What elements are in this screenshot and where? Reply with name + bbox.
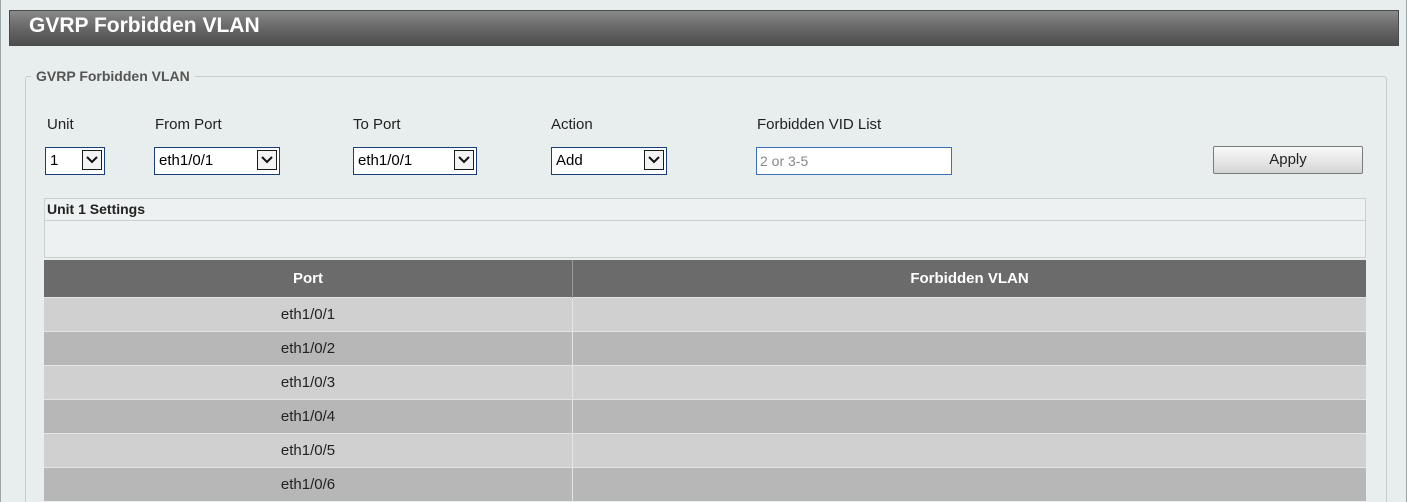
port-cell: eth1/0/4 — [44, 399, 573, 434]
port-cell: eth1/0/2 — [44, 331, 573, 366]
table-row: eth1/0/2 — [44, 331, 1366, 366]
from-port-label: From Port — [155, 116, 222, 133]
fieldset-legend: GVRP Forbidden VLAN — [31, 67, 195, 85]
vid-list-label: Forbidden VID List — [757, 116, 882, 133]
forbidden-vlan-cell — [572, 433, 1366, 468]
unit-settings-header: Unit 1 Settings — [44, 198, 1366, 221]
table-row: eth1/0/5 — [44, 433, 1366, 468]
chevron-down-icon[interactable] — [454, 150, 474, 170]
unit-label: Unit — [47, 116, 74, 133]
forbidden-vid-list-input[interactable]: 2 or 3-5 — [756, 147, 952, 175]
forbidden-vlan-cell — [572, 399, 1366, 434]
action-label: Action — [551, 116, 593, 133]
chevron-down-icon[interactable] — [82, 150, 102, 170]
page-title: GVRP Forbidden VLAN — [29, 14, 260, 37]
table-row: eth1/0/6 — [44, 467, 1366, 501]
action-select-value: Add — [556, 152, 583, 169]
gvrp-forbidden-vlan-page: GVRP Forbidden VLAN GVRP Forbidden VLAN … — [0, 0, 1407, 502]
to-port-select-value: eth1/0/1 — [358, 152, 413, 169]
forbidden-vlan-cell — [572, 365, 1366, 400]
unit-select-value: 1 — [50, 152, 59, 169]
forbidden-vlan-cell — [572, 467, 1366, 501]
from-port-select-value: eth1/0/1 — [159, 152, 214, 169]
forbidden-vlan-cell — [572, 331, 1366, 366]
page-title-bar: GVRP Forbidden VLAN — [9, 10, 1399, 46]
to-port-select[interactable]: eth1/0/1 — [353, 147, 477, 175]
table-row: eth1/0/3 — [44, 365, 1366, 400]
action-select[interactable]: Add — [551, 147, 667, 175]
port-cell: eth1/0/6 — [44, 467, 573, 501]
forbidden-vlan-cell — [572, 297, 1366, 332]
column-header-port: Port — [44, 260, 573, 298]
port-cell: eth1/0/3 — [44, 365, 573, 400]
column-header-forbidden-vlan: Forbidden VLAN — [572, 260, 1366, 298]
chevron-down-icon[interactable] — [257, 150, 277, 170]
to-port-label: To Port — [353, 116, 401, 133]
apply-button[interactable]: Apply — [1213, 146, 1363, 174]
unit-select[interactable]: 1 — [45, 147, 105, 175]
port-cell: eth1/0/1 — [44, 297, 573, 332]
table-row: eth1/0/1 — [44, 297, 1366, 332]
chevron-down-icon[interactable] — [644, 150, 664, 170]
port-cell: eth1/0/5 — [44, 433, 573, 468]
unit-settings-blank-row — [44, 221, 1366, 258]
forbidden-vlan-table: Port Forbidden VLAN eth1/0/1 eth1/0/2 et… — [44, 260, 1366, 501]
table-header-row: Port Forbidden VLAN — [44, 260, 1366, 298]
table-row: eth1/0/4 — [44, 399, 1366, 434]
from-port-select[interactable]: eth1/0/1 — [154, 147, 280, 175]
